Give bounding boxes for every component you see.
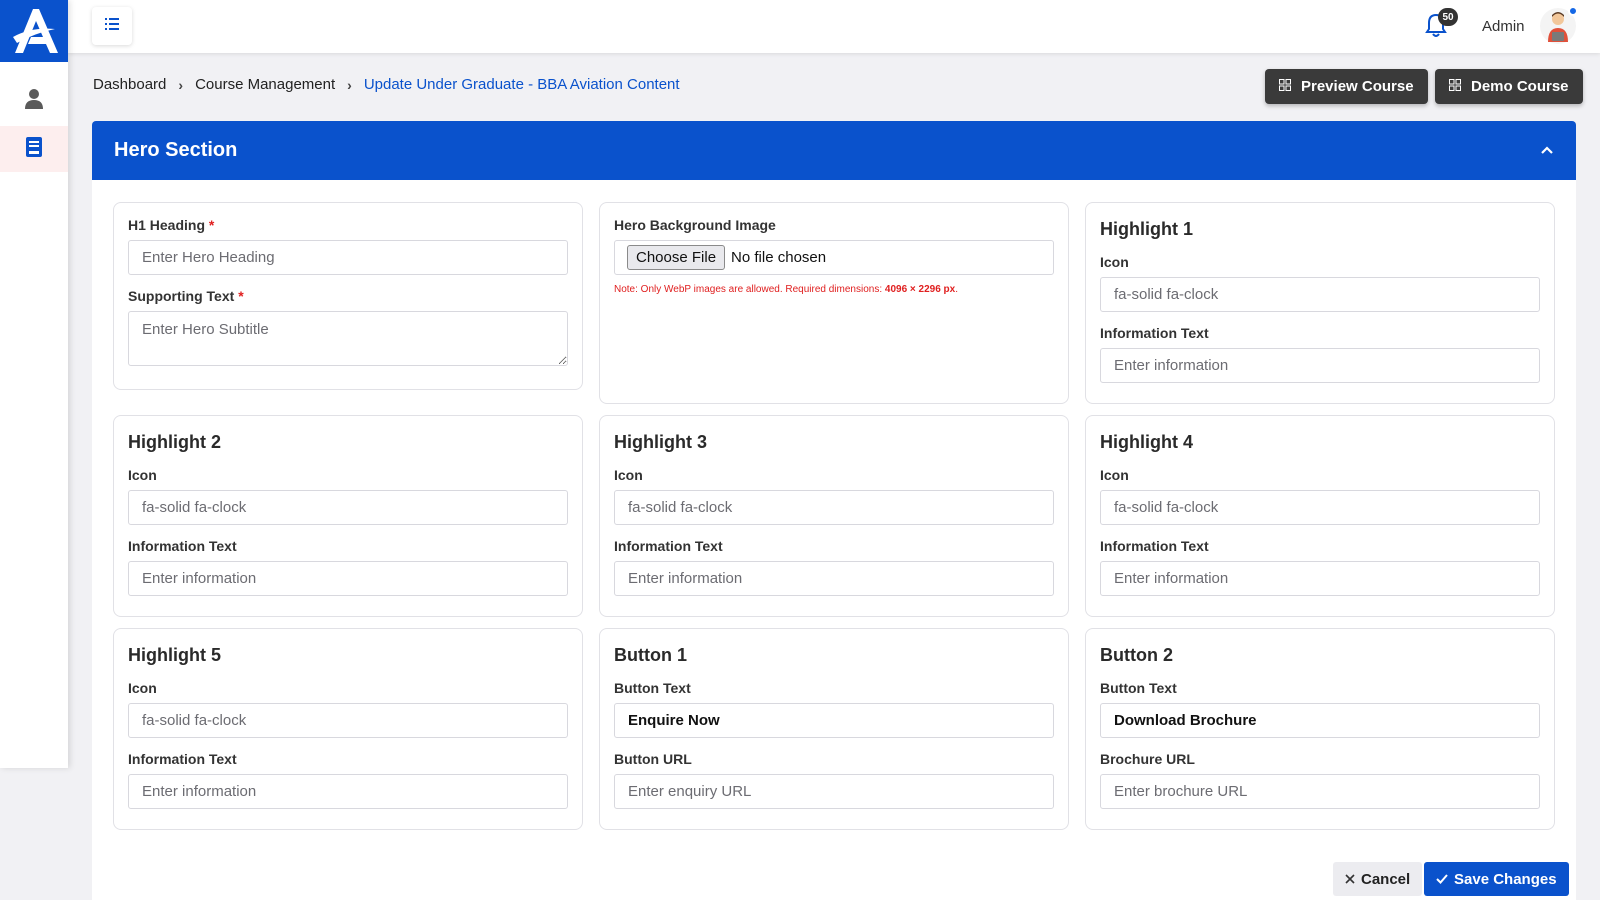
breadcrumb-current-page: Update Under Graduate - BBA Aviation Con… bbox=[363, 76, 680, 93]
topbar: 50 Admin bbox=[68, 0, 1600, 53]
highlight-title: Highlight 3 bbox=[614, 432, 707, 452]
hero-section-panel: Hero Section H1 Heading * Supporting Tex… bbox=[92, 121, 1576, 900]
sidebar-item-users[interactable] bbox=[0, 78, 68, 124]
button-text-label: Button Text bbox=[1100, 680, 1177, 696]
icon-label: Icon bbox=[614, 467, 643, 483]
info-text-input[interactable] bbox=[614, 561, 1054, 596]
cancel-button[interactable]: Cancel bbox=[1333, 862, 1423, 896]
highlight-title: Highlight 5 bbox=[128, 645, 221, 665]
collapse-button[interactable] bbox=[1540, 142, 1554, 160]
icon-input[interactable] bbox=[128, 703, 568, 738]
icon-input[interactable] bbox=[128, 490, 568, 525]
file-status: No file chosen bbox=[731, 249, 827, 266]
h1-heading-label: H1 Heading * bbox=[128, 217, 215, 233]
highlight-3-card: Highlight 3 Icon Information Text bbox=[599, 415, 1069, 617]
panel-header: Hero Section bbox=[92, 121, 1576, 180]
brochure-url-input[interactable] bbox=[1100, 774, 1540, 809]
button-title: Button 1 bbox=[614, 645, 687, 665]
icon-input[interactable] bbox=[614, 490, 1054, 525]
icon-label: Icon bbox=[1100, 254, 1129, 270]
menu-toggle-button[interactable] bbox=[92, 7, 132, 45]
demo-course-label: Demo Course bbox=[1471, 78, 1569, 95]
highlight-4-card: Highlight 4 Icon Information Text bbox=[1085, 415, 1555, 617]
list-icon bbox=[105, 17, 119, 35]
avatar[interactable] bbox=[1540, 6, 1578, 44]
button-1-card: Button 1 Button Text Button URL bbox=[599, 628, 1069, 830]
button-title: Button 2 bbox=[1100, 645, 1173, 665]
sidebar-item-courses[interactable] bbox=[0, 126, 68, 172]
icon-label: Icon bbox=[128, 467, 157, 483]
preview-course-label: Preview Course bbox=[1301, 78, 1414, 95]
user-name: Admin bbox=[1482, 18, 1525, 35]
breadcrumb: Dashboard › Course Management › Update U… bbox=[93, 76, 680, 93]
breadcrumb-dashboard[interactable]: Dashboard bbox=[93, 76, 166, 93]
grid-icon bbox=[1279, 78, 1291, 95]
info-text-label: Information Text bbox=[1100, 325, 1209, 341]
bell-icon bbox=[1424, 13, 1448, 42]
icon-input[interactable] bbox=[1100, 277, 1540, 312]
info-text-input[interactable] bbox=[128, 561, 568, 596]
hero-image-card: Hero Background Image Choose File No fil… bbox=[599, 202, 1069, 404]
save-changes-button[interactable]: Save Changes bbox=[1424, 862, 1569, 896]
user-icon bbox=[24, 88, 44, 115]
highlight-1-card: Highlight 1 Icon Information Text bbox=[1085, 202, 1555, 404]
info-text-input[interactable] bbox=[1100, 348, 1540, 383]
book-icon bbox=[25, 136, 43, 163]
demo-course-button[interactable]: Demo Course bbox=[1435, 69, 1583, 104]
info-text-label: Information Text bbox=[128, 751, 237, 767]
preview-course-button[interactable]: Preview Course bbox=[1265, 69, 1428, 104]
check-icon bbox=[1436, 871, 1448, 888]
image-dimensions: 4096 × 2296 px bbox=[884, 284, 956, 295]
button-url-label: Button URL bbox=[614, 751, 692, 767]
choose-file-button[interactable]: Choose File bbox=[627, 245, 726, 270]
info-text-label: Information Text bbox=[614, 538, 723, 554]
button-text-input[interactable] bbox=[1100, 703, 1540, 738]
button-url-input[interactable] bbox=[614, 774, 1054, 809]
highlight-title: Highlight 1 bbox=[1100, 219, 1193, 239]
button-2-card: Button 2 Button Text Brochure URL bbox=[1085, 628, 1555, 830]
icon-label: Icon bbox=[128, 680, 157, 696]
brochure-url-label: Brochure URL bbox=[1100, 751, 1195, 767]
close-icon bbox=[1345, 871, 1355, 888]
hero-text-card: H1 Heading * Supporting Text * bbox=[113, 202, 583, 390]
panel-title: Hero Section bbox=[114, 139, 238, 161]
notification-count-badge: 50 bbox=[1438, 8, 1458, 26]
highlight-title: Highlight 4 bbox=[1100, 432, 1193, 452]
chevron-right-icon: › bbox=[178, 76, 184, 93]
highlight-title: Highlight 2 bbox=[128, 432, 221, 452]
cancel-label: Cancel bbox=[1361, 870, 1411, 888]
save-changes-label: Save Changes bbox=[1454, 870, 1557, 888]
notifications-button[interactable]: 50 bbox=[1424, 8, 1458, 42]
hero-image-label: Hero Background Image bbox=[614, 217, 776, 233]
h1-heading-input[interactable] bbox=[128, 240, 568, 275]
button-text-input[interactable] bbox=[614, 703, 1054, 738]
chevron-up-icon bbox=[1540, 142, 1554, 160]
icon-input[interactable] bbox=[1100, 490, 1540, 525]
icon-label: Icon bbox=[1100, 467, 1129, 483]
info-text-label: Information Text bbox=[1100, 538, 1209, 554]
supporting-text-input[interactable] bbox=[128, 311, 568, 366]
chevron-right-icon: › bbox=[347, 76, 352, 93]
breadcrumb-course-management[interactable]: Course Management bbox=[195, 76, 335, 93]
button-text-label: Button Text bbox=[614, 680, 691, 696]
image-note: Note: Only WebP images are allowed. Requ… bbox=[614, 284, 959, 295]
highlight-2-card: Highlight 2 Icon Information Text bbox=[113, 415, 583, 617]
supporting-text-label: Supporting Text * bbox=[128, 288, 244, 304]
highlight-5-card: Highlight 5 Icon Information Text bbox=[113, 628, 583, 830]
sidebar bbox=[0, 0, 68, 768]
info-text-input[interactable] bbox=[1100, 561, 1540, 596]
online-status-dot bbox=[1568, 6, 1578, 16]
hero-image-file-input[interactable]: Choose File No file chosen bbox=[614, 240, 1054, 275]
info-text-label: Information Text bbox=[128, 538, 237, 554]
grid-icon bbox=[1449, 78, 1461, 95]
required-mark: * bbox=[208, 217, 215, 233]
logo-a-icon[interactable] bbox=[0, 0, 68, 62]
info-text-input[interactable] bbox=[128, 774, 568, 809]
required-mark: * bbox=[238, 288, 244, 304]
